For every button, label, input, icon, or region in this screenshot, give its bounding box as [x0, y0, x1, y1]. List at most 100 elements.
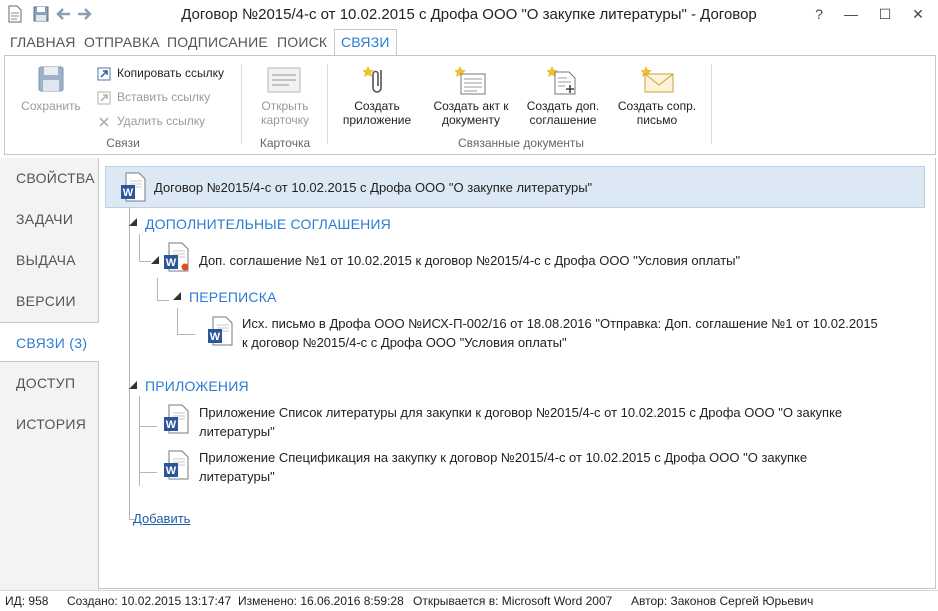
- status-created: Создано: 10.02.2015 13:17:47: [67, 594, 232, 608]
- tree-line: [139, 426, 157, 427]
- tab-home[interactable]: ГЛАВНАЯ: [10, 30, 76, 54]
- create-act-label-1: Создать акт к: [433, 99, 509, 113]
- status-author: Автор: Законов Сергей Юрьевич: [631, 594, 814, 608]
- paperclip-icon: [363, 66, 382, 93]
- window-title: Договор №2015/4-с от 10.02.2015 с Дрофа …: [181, 6, 757, 23]
- open-card-label-2: карточку: [260, 113, 309, 127]
- svg-text:W: W: [210, 331, 221, 343]
- create-agreement-button[interactable]: Создать доп. соглашение: [521, 62, 605, 128]
- status-id: ИД: 958: [5, 594, 49, 608]
- section-correspondence[interactable]: ПЕРЕПИСКА: [189, 289, 277, 305]
- svg-text:W: W: [166, 465, 177, 477]
- svg-text:W: W: [123, 187, 134, 199]
- group-links-label: Связи: [106, 136, 140, 150]
- status-modified: Изменено: 16.06.2016 8:59:28: [238, 594, 404, 608]
- help-button[interactable]: ?: [806, 4, 832, 24]
- create-cover-letter-button[interactable]: Создать сопр. письмо: [613, 62, 701, 128]
- attachment-2-title-line-1[interactable]: Приложение Спецификация на закупку к дог…: [199, 450, 807, 465]
- tree-line: [139, 234, 140, 261]
- tree-line: [157, 278, 158, 300]
- section-attachments[interactable]: ПРИЛОЖЕНИЯ: [145, 378, 249, 394]
- act-document-icon: [455, 66, 486, 95]
- maximize-button[interactable]: ☐: [872, 4, 898, 24]
- tab-send[interactable]: ОТПРАВКА: [84, 30, 160, 54]
- floppy-icon: [38, 66, 64, 92]
- status-opens-in: Открывается в: Microsoft Word 2007: [413, 594, 613, 608]
- create-cover-letter-label-1: Создать сопр.: [617, 99, 697, 113]
- collapse-arrow-icon[interactable]: [129, 381, 137, 389]
- tree-line: [177, 308, 178, 334]
- copy-link-icon: [97, 67, 111, 81]
- letter-title-line-1[interactable]: Исх. письмо в Дрофа ООО №ИСХ-П-002/16 от…: [242, 316, 878, 331]
- create-agreement-label-1: Создать доп.: [526, 99, 600, 113]
- section-additional-agreements[interactable]: ДОПОЛНИТЕЛЬНЫЕ СОГЛАШЕНИЯ: [145, 216, 391, 232]
- tree-line: [129, 207, 130, 519]
- tab-search[interactable]: ПОИСК: [277, 30, 327, 54]
- attachment-2-title-line-2[interactable]: литературы": [199, 469, 275, 484]
- create-attachment-button[interactable]: Создать приложение: [339, 62, 415, 128]
- ribbon-separator: [711, 64, 712, 144]
- word-document-icon: W: [208, 316, 233, 346]
- tree-line: [157, 300, 169, 301]
- group-related-label: Связанные документы: [457, 136, 585, 150]
- agreement-document-icon: [547, 66, 576, 95]
- create-cover-letter-label-2: письмо: [636, 113, 678, 127]
- create-act-button[interactable]: Создать акт к документу: [429, 62, 513, 128]
- attachment-1-title-line-1[interactable]: Приложение Список литературы для закупки…: [199, 405, 842, 420]
- svg-text:W: W: [166, 257, 177, 269]
- additional-agreement-title[interactable]: Доп. соглашение №1 от 10.02.2015 к догов…: [199, 253, 740, 268]
- delete-link-label: Удалить ссылку: [117, 114, 206, 128]
- collapse-arrow-icon[interactable]: [173, 292, 181, 300]
- ribbon: Сохранить Копировать ссылку Вставить ссы…: [4, 55, 936, 155]
- left-nav: СВОЙСТВА ЗАДАЧИ ВЫДАЧА ВЕРСИИ (2) СВЯЗИ …: [0, 158, 99, 590]
- attachment-1-title-line-2[interactable]: литературы": [199, 424, 275, 439]
- ribbon-separator: [241, 64, 242, 144]
- ribbon-tabs: ГЛАВНАЯ ОТПРАВКА ПОДПИСАНИЕ ПОИСК СВЯЗИ: [0, 29, 938, 57]
- links-panel: W Договор №2015/4-с от 10.02.2015 с Дроф…: [99, 158, 936, 589]
- close-button[interactable]: ✕: [905, 4, 931, 24]
- tree-line: [177, 334, 195, 335]
- create-attachment-label-2: приложение: [342, 113, 412, 127]
- create-agreement-label-2: соглашение: [529, 113, 597, 127]
- nav-properties[interactable]: СВОЙСТВА: [0, 158, 98, 198]
- copy-link-label: Копировать ссылку: [117, 66, 224, 80]
- group-card-label: Карточка: [259, 136, 311, 150]
- word-document-icon: W: [164, 450, 189, 480]
- nav-links[interactable]: СВЯЗИ (3): [0, 322, 99, 362]
- add-link[interactable]: Добавить: [133, 511, 190, 526]
- ribbon-separator: [327, 64, 328, 144]
- status-bar: ИД: 958 Создано: 10.02.2015 13:17:47 Изм…: [0, 590, 938, 611]
- letter-title-line-2[interactable]: к договор №2015/4-с с Дрофа ООО "Условия…: [242, 335, 567, 350]
- word-document-icon: W: [121, 172, 146, 202]
- minimize-button[interactable]: —: [838, 4, 864, 24]
- nav-history[interactable]: ИСТОРИЯ: [0, 404, 98, 444]
- word-document-icon: W: [164, 242, 189, 272]
- title-bar: Договор №2015/4-с от 10.02.2015 с Дрофа …: [0, 0, 938, 30]
- tree-line: [139, 261, 151, 262]
- envelope-icon: [641, 66, 674, 93]
- save-button[interactable]: Сохранить: [19, 62, 83, 118]
- create-attachment-label-1: Создать: [354, 99, 400, 113]
- collapse-arrow-icon[interactable]: [129, 218, 137, 226]
- open-card-button[interactable]: Открыть карточку: [253, 62, 317, 128]
- word-document-icon: W: [164, 404, 189, 434]
- card-icon: [267, 67, 301, 93]
- nav-versions[interactable]: ВЕРСИИ (2): [0, 281, 98, 349]
- paste-link-icon: [97, 91, 111, 105]
- collapse-arrow-icon[interactable]: [151, 256, 159, 264]
- tree-root-title: Договор №2015/4-с от 10.02.2015 с Дрофа …: [154, 180, 593, 195]
- delete-link-button[interactable]: Удалить ссылку: [97, 113, 237, 131]
- nav-issue[interactable]: ВЫДАЧА: [0, 240, 98, 280]
- delete-x-icon: [99, 117, 109, 127]
- nav-access[interactable]: ДОСТУП: [0, 363, 98, 403]
- paste-link-button[interactable]: Вставить ссылку: [97, 89, 237, 107]
- nav-tasks[interactable]: ЗАДАЧИ: [0, 199, 98, 239]
- copy-link-button[interactable]: Копировать ссылку: [97, 65, 237, 83]
- tab-sign[interactable]: ПОДПИСАНИЕ: [167, 30, 268, 54]
- open-card-label-1: Открыть: [261, 99, 309, 113]
- paste-link-label: Вставить ссылку: [117, 90, 211, 104]
- tree-line: [139, 472, 157, 473]
- tree-root-row[interactable]: W Договор №2015/4-с от 10.02.2015 с Дроф…: [105, 166, 925, 208]
- tab-links[interactable]: СВЯЗИ: [334, 29, 397, 57]
- svg-text:W: W: [166, 419, 177, 431]
